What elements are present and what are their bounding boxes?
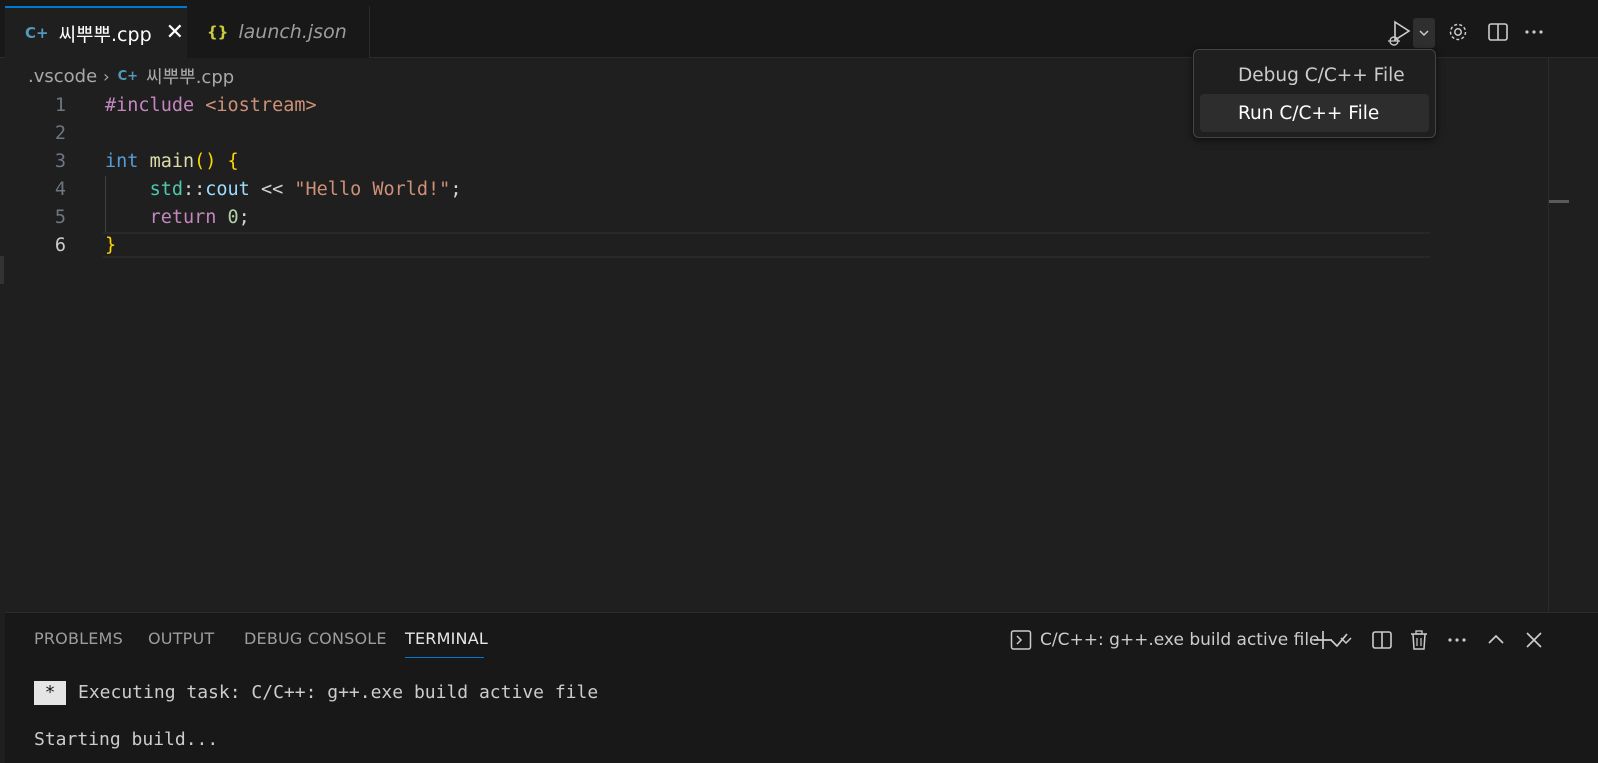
plus-icon — [1314, 631, 1332, 649]
trash-icon — [1411, 630, 1427, 650]
sidebar-sash[interactable] — [0, 256, 4, 284]
tab-problems[interactable]: PROBLEMS — [34, 629, 123, 648]
line-number: 2 — [54, 123, 66, 144]
split-editor-icon — [1372, 631, 1392, 649]
line-number: 5 — [54, 207, 66, 228]
run-dropdown-button[interactable] — [1413, 18, 1435, 48]
split-editor-button[interactable] — [1484, 17, 1512, 47]
more-actions-button[interactable] — [1520, 17, 1548, 47]
code-text: return 0; — [149, 207, 250, 228]
line-number: 4 — [54, 179, 66, 200]
maximize-panel-button[interactable] — [1485, 625, 1507, 655]
new-terminal-button[interactable] — [1312, 625, 1334, 655]
terminal-line: Starting build... — [34, 729, 218, 750]
tab-label: 씨뿌뿌.cpp — [58, 23, 152, 46]
kill-terminal-button[interactable] — [1408, 625, 1430, 655]
terminal-icon — [1010, 630, 1032, 650]
code-text: int main() { — [105, 151, 239, 172]
task-marker: * — [34, 681, 66, 705]
run-debug-button[interactable] — [1384, 17, 1414, 47]
code-text: } — [105, 235, 117, 256]
terminal-profile-dropdown[interactable] — [1339, 625, 1353, 655]
tab-launch-json[interactable]: {} launch.json — [187, 6, 370, 58]
run-dropdown-menu: Debug C/C++ File Run C/C++ File — [1193, 49, 1436, 138]
scrollbar-marker[interactable] — [1549, 200, 1569, 203]
code-text: std::cout << "Hello World!"; — [149, 179, 462, 200]
code-line[interactable]: 4 std::cout << "Hello World!"; — [0, 176, 1430, 204]
chevron-up-icon — [1488, 634, 1504, 644]
breadcrumb: .vscode › C+ 씨뿌뿌.cpp — [28, 63, 234, 89]
active-tab-indicator — [405, 657, 484, 658]
terminal-text: Starting build... — [34, 729, 219, 750]
run-debug-icon — [1388, 20, 1411, 46]
terminal-selector[interactable]: C/C++: g++.exe build active file — [1010, 625, 1350, 655]
chevron-down-icon — [1340, 637, 1352, 645]
terminal-text: Executing task: C/C++: g++.exe build act… — [78, 682, 599, 703]
code-text: #include <iostream> — [105, 95, 317, 116]
terminal-line: * Executing task: C/C++: g++.exe build ac… — [34, 681, 598, 705]
breadcrumb-folder[interactable]: .vscode — [28, 66, 97, 87]
close-icon[interactable]: ✕ — [166, 22, 184, 44]
close-panel-button[interactable] — [1523, 625, 1545, 655]
code-line[interactable]: 6 } — [0, 232, 1430, 260]
menu-item-debug-file[interactable]: Debug C/C++ File — [1200, 56, 1429, 94]
tab-cpp-file[interactable]: C+ 씨뿌뿌.cpp ✕ — [5, 6, 187, 58]
gear-icon — [1449, 23, 1467, 41]
chevron-right-icon: › — [103, 66, 110, 86]
panel-more-button[interactable] — [1446, 625, 1468, 655]
minimap-border — [1548, 58, 1549, 612]
task-label: C/C++: g++.exe build active file — [1040, 630, 1320, 650]
settings-button[interactable] — [1444, 17, 1472, 47]
split-editor-icon — [1488, 23, 1508, 41]
tab-label: launch.json — [238, 21, 347, 43]
json-file-icon: {} — [207, 23, 229, 41]
cpp-file-icon: C+ — [25, 24, 49, 42]
chevron-down-icon — [1419, 30, 1429, 37]
code-line[interactable]: 3 int main() { — [0, 148, 1430, 176]
close-icon — [1526, 632, 1542, 648]
tab-debug-console[interactable]: DEBUG CONSOLE — [244, 629, 387, 648]
more-icon — [1525, 30, 1543, 34]
line-number: 6 — [54, 235, 66, 256]
line-number: 1 — [54, 95, 66, 116]
split-terminal-button[interactable] — [1371, 625, 1393, 655]
more-icon — [1448, 638, 1466, 642]
line-number: 3 — [54, 151, 66, 172]
code-line[interactable]: 5 return 0; — [0, 204, 1430, 232]
breadcrumb-file[interactable]: 씨뿌뿌.cpp — [146, 63, 234, 89]
bottom-panel: PROBLEMS OUTPUT DEBUG CONSOLE TERMINAL C… — [5, 612, 1598, 763]
tab-output[interactable]: OUTPUT — [148, 629, 214, 648]
tab-terminal[interactable]: TERMINAL — [405, 629, 488, 648]
menu-item-run-file[interactable]: Run C/C++ File — [1200, 94, 1429, 132]
cpp-file-icon: C+ — [117, 68, 139, 84]
